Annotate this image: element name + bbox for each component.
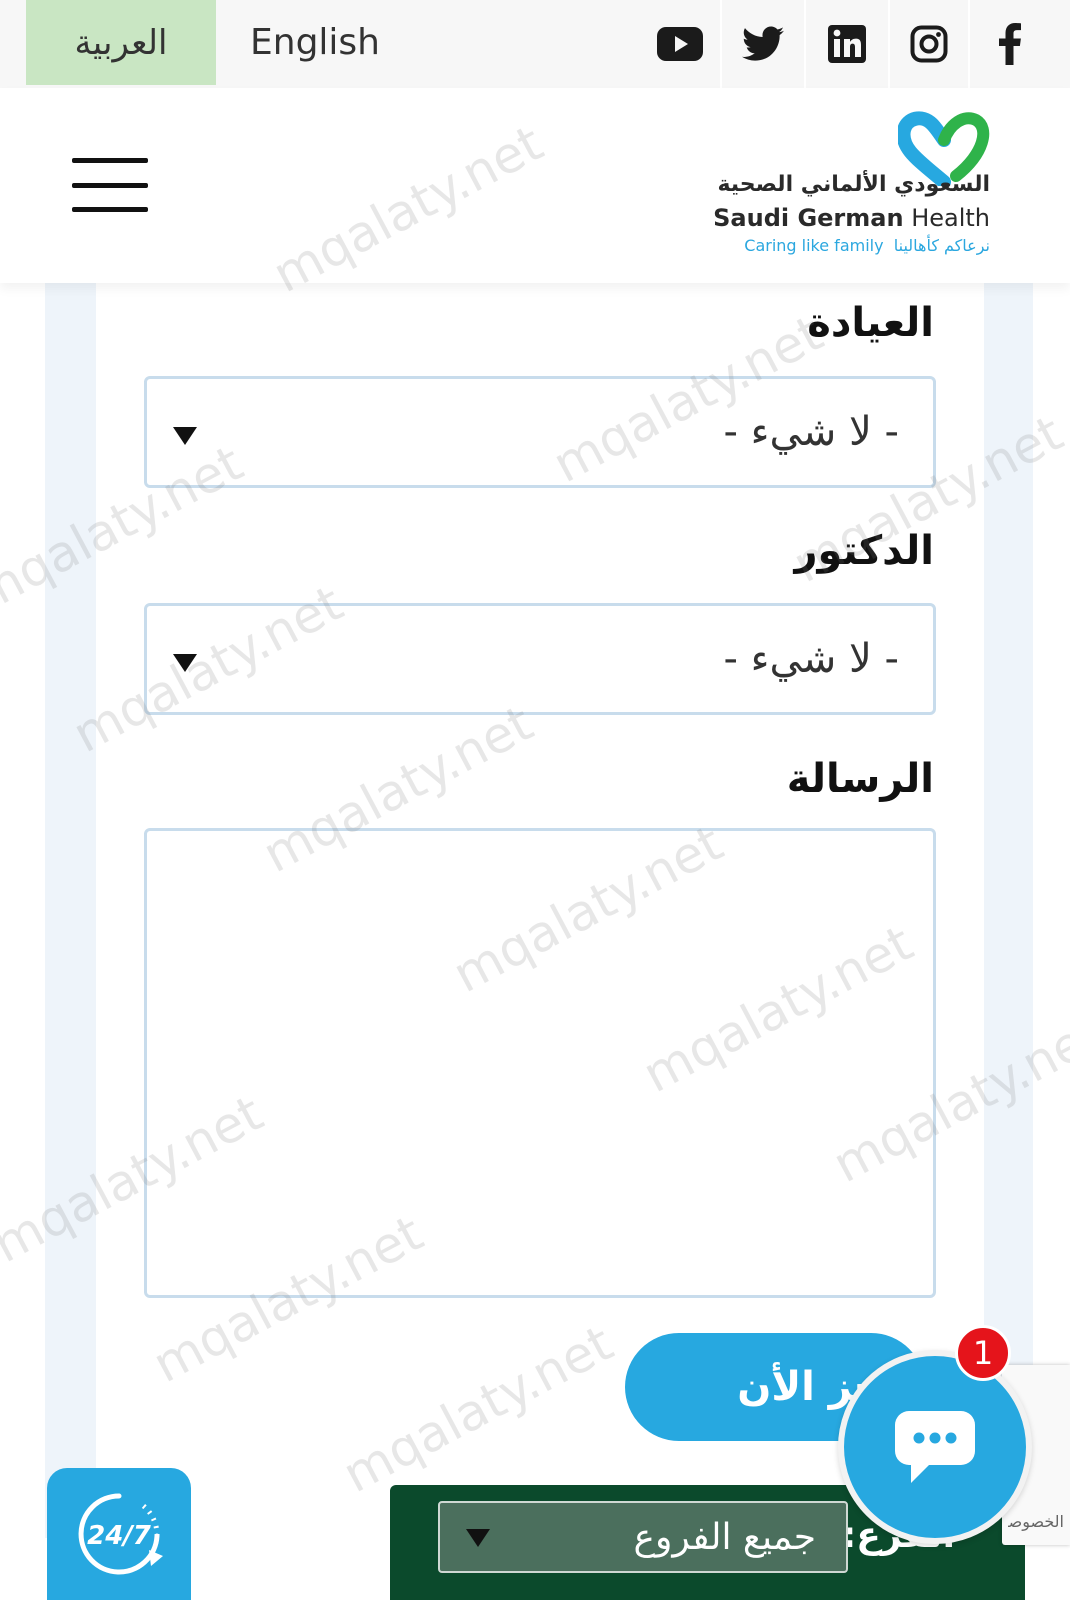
chat-notification-badge: 1 bbox=[955, 1325, 1011, 1381]
top-bar: العربية English bbox=[0, 0, 1070, 88]
hamburger-menu-icon[interactable] bbox=[72, 158, 148, 212]
site-header: السعودي الألماني الصحية Saudi German Hea… bbox=[0, 88, 1070, 283]
youtube-icon[interactable] bbox=[640, 0, 720, 88]
clinic-select-value: - لا شيء - bbox=[723, 409, 900, 455]
logo-english-name: Saudi German Health bbox=[713, 204, 990, 232]
doctor-select[interactable]: - لا شيء - bbox=[144, 603, 936, 715]
logo-english-light: Health bbox=[903, 204, 990, 232]
saudi-german-health-logo[interactable]: السعودي الألماني الصحية Saudi German Hea… bbox=[690, 110, 990, 260]
facebook-icon[interactable] bbox=[970, 0, 1050, 88]
logo-arabic-name: السعودي الألماني الصحية bbox=[717, 172, 990, 197]
logo-english-bold: Saudi German bbox=[713, 204, 904, 232]
doctor-label: الدكتور bbox=[794, 528, 934, 574]
dropdown-arrow-icon bbox=[173, 654, 197, 672]
dropdown-arrow-icon bbox=[466, 1529, 490, 1547]
linkedin-icon[interactable] bbox=[806, 0, 888, 88]
message-label: الرسالة bbox=[786, 756, 934, 802]
chat-widget-button[interactable] bbox=[838, 1350, 1032, 1544]
recaptcha-privacy-text: الخصوصية bbox=[1008, 1512, 1064, 1531]
instagram-icon[interactable] bbox=[890, 0, 968, 88]
logo-tagline-en: Caring like family bbox=[744, 236, 884, 255]
clock-247-icon: 24/7 bbox=[78, 1493, 163, 1575]
clinic-label: العيادة bbox=[807, 300, 934, 346]
clinic-select[interactable]: - لا شيء - bbox=[144, 376, 936, 488]
logo-tagline-ar: نرعاكم كأهالينا bbox=[893, 236, 990, 255]
service-247-button[interactable]: 24/7 bbox=[47, 1468, 191, 1600]
logo-tagline: Caring like family نرعاكم كأهالينا bbox=[744, 236, 990, 255]
dropdown-arrow-icon bbox=[173, 427, 197, 445]
branch-select[interactable]: جميع الفروع bbox=[438, 1501, 848, 1573]
message-textarea[interactable] bbox=[144, 828, 936, 1298]
doctor-select-value: - لا شيء - bbox=[723, 636, 900, 682]
branch-select-value: جميع الفروع bbox=[633, 1516, 816, 1558]
twitter-icon[interactable] bbox=[722, 0, 804, 88]
chat-icon bbox=[895, 1411, 975, 1483]
language-arabic-button[interactable]: العربية bbox=[26, 0, 216, 85]
service-247-text: 24/7 bbox=[87, 1521, 152, 1551]
language-english-button[interactable]: English bbox=[250, 0, 380, 85]
